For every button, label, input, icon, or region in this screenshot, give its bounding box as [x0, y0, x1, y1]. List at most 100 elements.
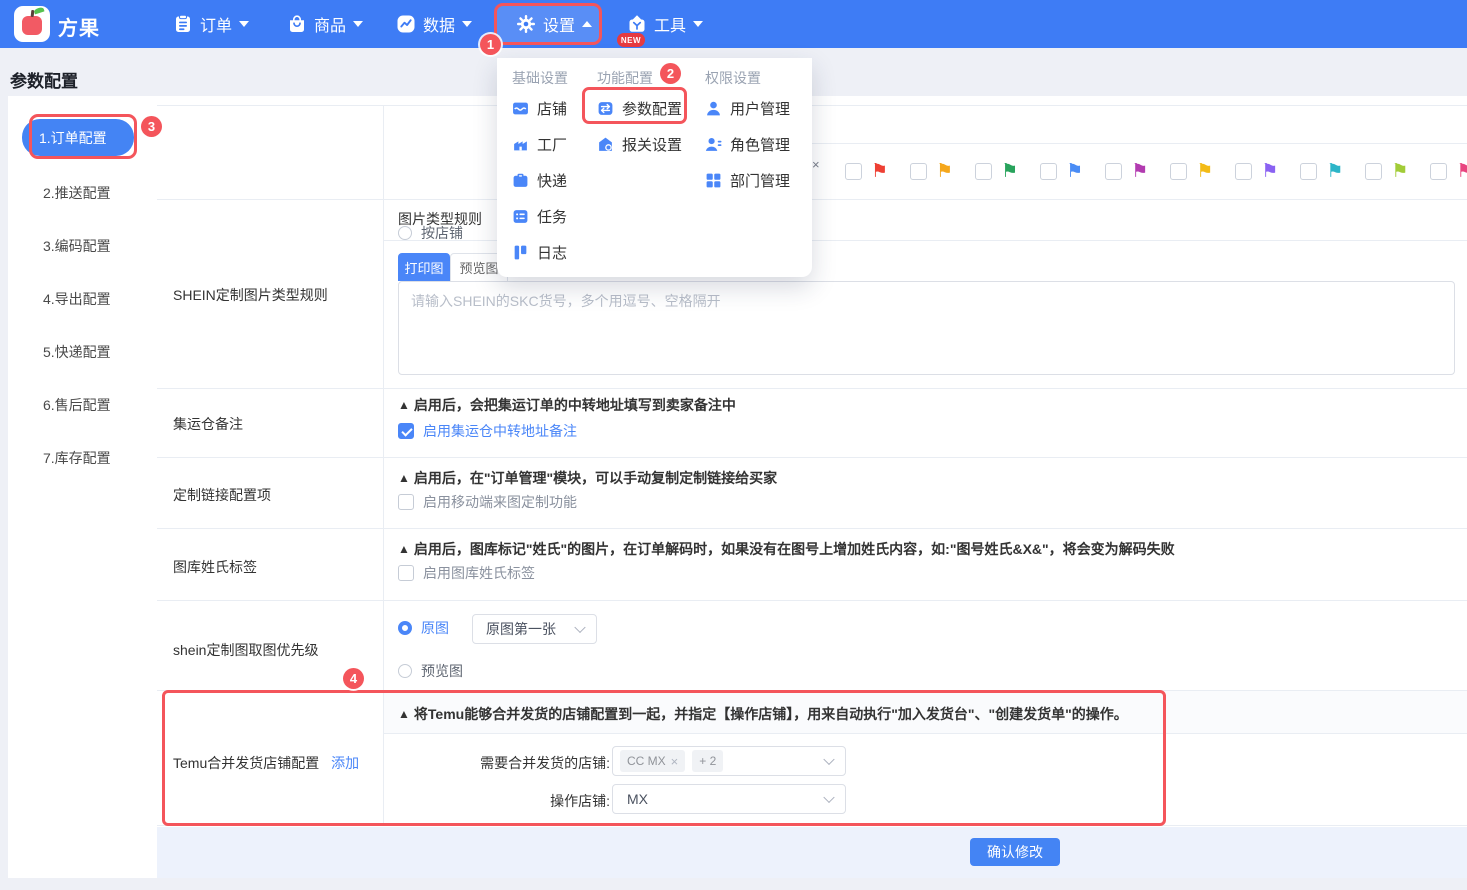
flag-checkbox[interactable] — [1235, 163, 1252, 180]
warehouse-checkbox-row[interactable]: 启用集运仓中转地址备注 — [398, 421, 577, 441]
flag-option: ⚑ — [1365, 162, 1408, 181]
checkbox-label: 启用图库姓氏标签 — [423, 563, 535, 583]
flag-checkbox[interactable] — [1105, 163, 1122, 180]
chevron-down-icon — [823, 754, 834, 765]
merge-shops-multiselect[interactable]: CC MX × + 2 — [612, 746, 846, 776]
apple-icon — [22, 16, 42, 35]
warning-icon: ▲ — [398, 707, 410, 721]
flag-icon: ⚑ — [936, 162, 953, 181]
menu-item-shop[interactable]: 店铺 — [512, 98, 567, 118]
menu-item-task[interactable]: 任务 — [512, 206, 567, 226]
selected-shop-tag: CC MX × — [620, 750, 685, 772]
surname-tag-checkbox-row[interactable]: 启用图库姓氏标签 — [398, 563, 535, 583]
customs-house-icon — [597, 136, 614, 153]
grid-icon — [705, 172, 722, 189]
flag-option: ⚑ — [845, 162, 888, 181]
flag-checkbox[interactable] — [1170, 163, 1187, 180]
original-image-select[interactable]: 原图第一张 — [472, 614, 597, 644]
menu-section-basic: 基础设置 — [512, 68, 568, 88]
checkbox-unchecked[interactable] — [398, 494, 414, 510]
menu-section-permission: 权限设置 — [705, 68, 761, 88]
flag-option: ⚑ — [1300, 162, 1343, 181]
menu-item-factory[interactable]: 工厂 — [512, 134, 567, 154]
radio-label: 原图 — [421, 618, 449, 638]
row-label-image-priority: shein定制图取图优先级 — [173, 640, 318, 660]
nav-item-orders[interactable]: 订单 — [173, 0, 249, 48]
menu-item-customs-settings[interactable]: 报关设置 — [597, 134, 682, 154]
settings-table: 按店铺 × ⚑⚑⚑⚑⚑⚑⚑⚑⚑⚑ SHEIN定制图片类型规则 图片类型规则 打印… — [157, 96, 1467, 878]
flag-option: ⚑ — [1105, 162, 1148, 181]
nav-item-settings[interactable]: 设置 — [516, 0, 592, 48]
warning-icon: ▲ — [398, 542, 410, 556]
operate-shop-select[interactable]: MX — [612, 784, 846, 814]
app-logo[interactable] — [14, 6, 50, 42]
row-label-surname-tag: 图库姓氏标签 — [173, 557, 257, 577]
subheader-image-type-rule: 图片类型规则 — [398, 209, 482, 229]
log-icon — [512, 244, 529, 261]
nav-label: 设置 — [543, 12, 575, 36]
flag-option: ⚑ — [1430, 162, 1467, 181]
sidebar-item-express-config[interactable]: 5.快递配置 — [43, 342, 111, 360]
menu-item-role-management[interactable]: 角色管理 — [705, 134, 790, 154]
row-label-warehouse-note: 集运仓备注 — [173, 414, 243, 434]
flag-icon: ⚑ — [1326, 162, 1343, 181]
radio-circle-selected[interactable] — [398, 621, 412, 635]
bag-icon — [287, 14, 307, 34]
step-badge-4: 4 — [343, 668, 364, 689]
nav-item-data[interactable]: 数据 — [396, 0, 472, 48]
menu-item-user-management[interactable]: 用户管理 — [705, 98, 790, 118]
flag-checkbox[interactable] — [975, 163, 992, 180]
custom-link-checkbox-row[interactable]: 启用移动端来图定制功能 — [398, 492, 577, 512]
add-link[interactable]: 添加 — [331, 755, 359, 771]
menu-item-department-management[interactable]: 部门管理 — [705, 170, 790, 190]
flag-checkbox[interactable] — [1365, 163, 1382, 180]
flag-checkbox[interactable] — [1430, 163, 1447, 180]
flag-checkbox[interactable] — [910, 163, 927, 180]
flag-icon: ⚑ — [871, 162, 888, 181]
chevron-down-icon — [823, 792, 834, 803]
flag-icon: ⚑ — [1261, 162, 1278, 181]
flag-option: ⚑ — [1170, 162, 1213, 181]
checkbox-checked[interactable] — [398, 423, 414, 439]
menu-item-express[interactable]: 快递 — [512, 170, 567, 190]
checkbox-label: 启用移动端来图定制功能 — [423, 492, 577, 512]
sidebar-item-push-config[interactable]: 2.推送配置 — [43, 183, 111, 201]
flag-checkbox[interactable] — [1040, 163, 1057, 180]
flag-icon: ⚑ — [1391, 162, 1408, 181]
flag-checkbox[interactable] — [845, 163, 862, 180]
top-navbar: 方果 订单 商品 数据 设置 工具 NEW — [0, 0, 1467, 48]
menu-item-param-config[interactable]: 参数配置 — [597, 98, 682, 118]
chevron-down-icon — [239, 21, 249, 27]
apple-leaf — [33, 7, 44, 15]
chevron-down-icon — [462, 21, 472, 27]
nav-item-products[interactable]: 商品 — [287, 0, 363, 48]
flag-checkbox[interactable] — [1300, 163, 1317, 180]
row-label-shein-rule: SHEIN定制图片类型规则 — [173, 285, 328, 305]
more-tags-chip: + 2 — [692, 750, 723, 772]
new-badge: NEW — [617, 33, 645, 47]
menu-item-log[interactable]: 日志 — [512, 242, 567, 262]
radio-original-image[interactable]: 原图 — [398, 618, 449, 638]
confirm-button[interactable]: 确认修改 — [970, 838, 1060, 866]
field-label-operate-shop: 操作店铺: — [405, 791, 610, 811]
tab-print-image[interactable]: 打印图 — [398, 253, 450, 281]
chart-icon — [396, 14, 416, 34]
skc-input-textarea[interactable] — [398, 281, 1455, 375]
toolbox-icon — [627, 14, 647, 34]
row-label-temu-merge: Temu合并发货店铺配置 添加 — [173, 753, 359, 773]
radio-circle[interactable] — [398, 664, 412, 678]
chevron-up-icon — [582, 21, 592, 27]
sidebar-item-code-config[interactable]: 3.编码配置 — [43, 236, 111, 254]
task-list-icon — [512, 208, 529, 225]
checkbox-unchecked[interactable] — [398, 565, 414, 581]
radio-preview-image[interactable]: 预览图 — [398, 661, 463, 681]
clipboard-icon — [173, 14, 193, 34]
nav-label: 商品 — [314, 12, 346, 36]
sidebar-item-stock-config[interactable]: 7.库存配置 — [43, 448, 111, 466]
remove-tag-icon[interactable]: × — [671, 754, 679, 769]
sidebar-item-aftersale-config[interactable]: 6.售后配置 — [43, 395, 111, 413]
storefront-icon — [512, 100, 529, 117]
package-icon — [512, 172, 529, 189]
page-title: 参数配置 — [10, 67, 78, 92]
sidebar-item-export-config[interactable]: 4.导出配置 — [43, 289, 111, 307]
